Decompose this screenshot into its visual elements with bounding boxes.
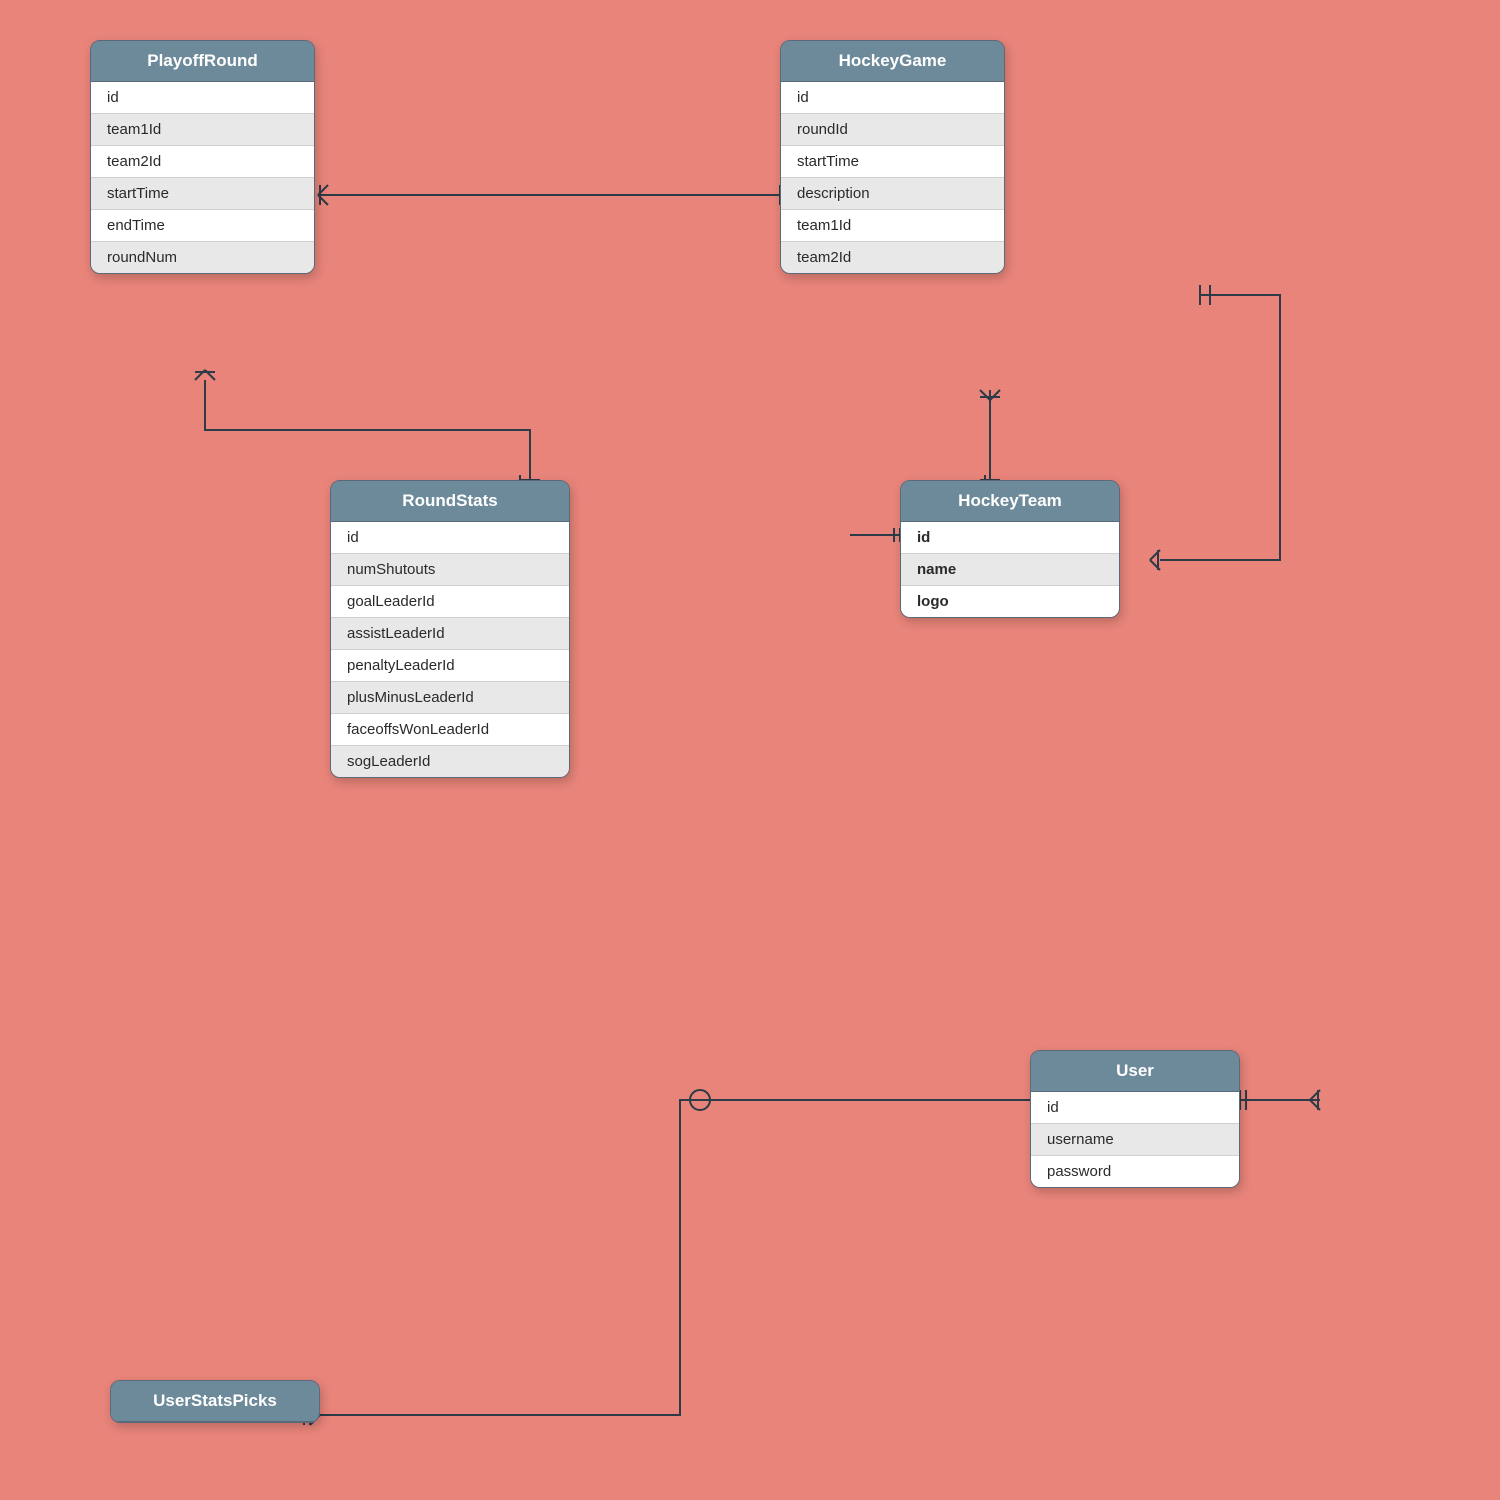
table-row: roundId <box>781 114 1004 146</box>
hockey-game-table: HockeyGame id roundId startTime descript… <box>780 40 1005 274</box>
table-row: goalLeaderId <box>331 586 569 618</box>
table-row: id <box>781 82 1004 114</box>
table-row: id <box>91 82 314 114</box>
table-row: team1Id <box>781 210 1004 242</box>
table-row: name <box>901 554 1119 586</box>
user-table: User id username password <box>1030 1050 1240 1188</box>
table-row: team1Id <box>91 114 314 146</box>
table-row: endTime <box>91 210 314 242</box>
table-row: plusMinusLeaderId <box>331 682 569 714</box>
round-stats-header: RoundStats <box>331 481 569 522</box>
table-row: faceoffsWonLeaderId <box>331 714 569 746</box>
table-row: team2Id <box>781 242 1004 273</box>
hockey-team-table: HockeyTeam id name logo <box>900 480 1120 618</box>
table-row: assistLeaderId <box>331 618 569 650</box>
table-row: id <box>1031 1092 1239 1124</box>
table-row: penaltyLeaderId <box>331 650 569 682</box>
user-stats-picks-header: UserStatsPicks <box>111 1381 319 1422</box>
table-row: description <box>781 178 1004 210</box>
table-row: team2Id <box>91 146 314 178</box>
playoff-round-header: PlayoffRound <box>91 41 314 82</box>
table-row: id <box>901 522 1119 554</box>
table-row: logo <box>901 586 1119 617</box>
table-row: id <box>331 522 569 554</box>
user-header: User <box>1031 1051 1239 1092</box>
table-row: startTime <box>91 178 314 210</box>
table-row: numShutouts <box>331 554 569 586</box>
round-stats-table: RoundStats id numShutouts goalLeaderId a… <box>330 480 570 778</box>
playoff-round-table: PlayoffRound id team1Id team2Id startTim… <box>90 40 315 274</box>
table-row: startTime <box>781 146 1004 178</box>
table-row: password <box>1031 1156 1239 1187</box>
hockey-team-header: HockeyTeam <box>901 481 1119 522</box>
table-row: roundNum <box>91 242 314 273</box>
user-stats-picks-table: UserStatsPicks <box>110 1380 320 1423</box>
table-row: sogLeaderId <box>331 746 569 777</box>
table-row: username <box>1031 1124 1239 1156</box>
hockey-game-header: HockeyGame <box>781 41 1004 82</box>
